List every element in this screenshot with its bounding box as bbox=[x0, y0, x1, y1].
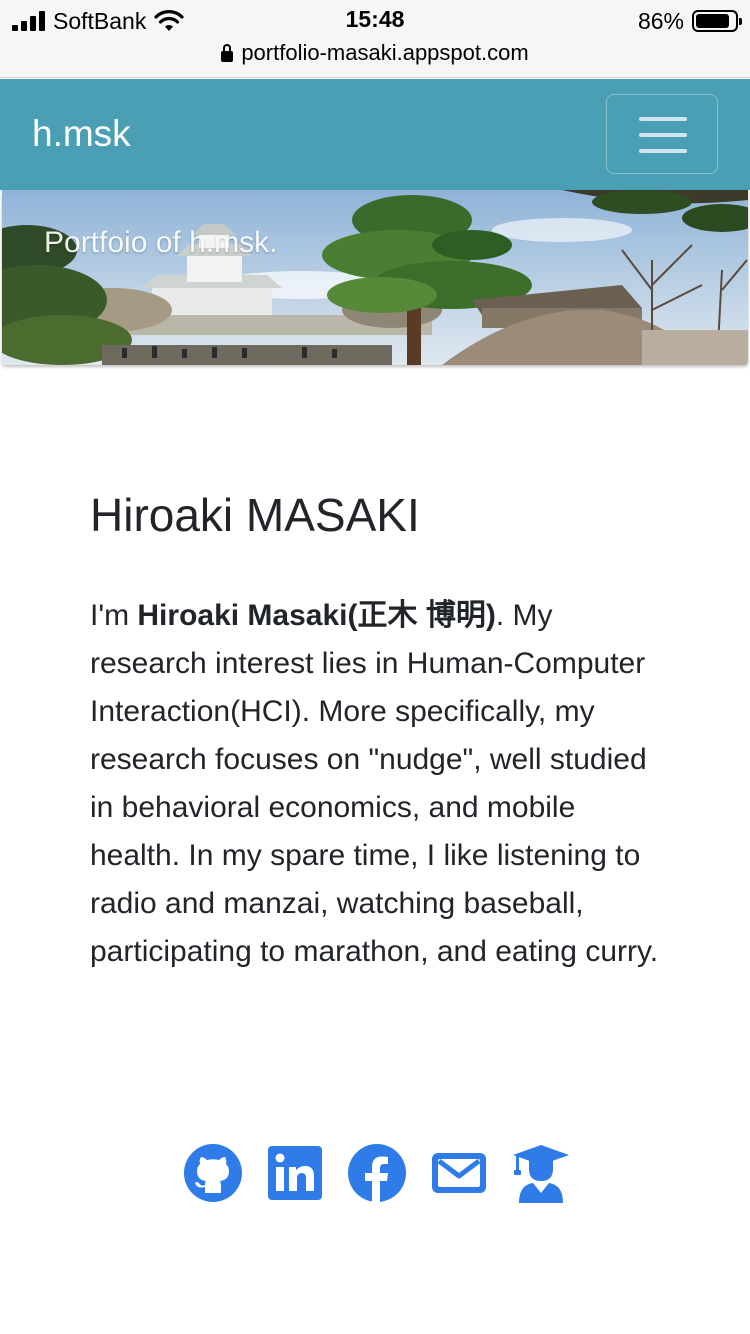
status-right: 86% bbox=[637, 6, 742, 36]
address-bar[interactable]: portfolio-masaki.appspot.com bbox=[0, 40, 750, 66]
navbar-toggler-button[interactable] bbox=[606, 94, 718, 174]
hero-banner: Portfoio of h.msk. bbox=[2, 190, 748, 365]
facebook-icon bbox=[348, 1144, 406, 1202]
navbar-brand[interactable]: h.msk bbox=[32, 113, 131, 155]
battery-fill bbox=[696, 14, 729, 28]
bio-text: . My research interest lies in Human-Com… bbox=[90, 599, 659, 968]
linkedin-icon bbox=[268, 1146, 322, 1200]
battery-icon bbox=[692, 10, 742, 32]
github-link[interactable] bbox=[183, 1143, 243, 1203]
profile-bio: I'm Hiroaki Masaki(正木 博明). My research i… bbox=[90, 592, 665, 976]
github-icon bbox=[184, 1144, 242, 1202]
profile-name: Hiroaki MASAKI bbox=[90, 489, 420, 541]
google-scholar-link[interactable] bbox=[511, 1143, 571, 1203]
bio-intro: I'm bbox=[90, 599, 138, 632]
hamburger-menu-icon bbox=[639, 149, 687, 153]
hero-caption: Portfoio of h.msk. bbox=[44, 226, 278, 259]
lock-icon bbox=[221, 43, 234, 62]
facebook-link[interactable] bbox=[347, 1143, 407, 1203]
linkedin-link[interactable] bbox=[265, 1143, 325, 1203]
url-text: portfolio-masaki.appspot.com bbox=[241, 40, 529, 65]
hero-photo bbox=[2, 190, 748, 365]
email-link[interactable] bbox=[429, 1143, 489, 1203]
bio-full-name: Hiroaki Masaki(正木 博明) bbox=[137, 599, 496, 632]
battery-percent: 86% bbox=[637, 7, 684, 34]
hamburger-menu-icon bbox=[639, 117, 687, 121]
social-links bbox=[183, 1140, 571, 1206]
status-bar: SoftBank 15:48 86% portfolio-masaki.apps… bbox=[0, 0, 750, 78]
navbar: h.msk bbox=[0, 79, 750, 190]
graduate-scholar-icon bbox=[513, 1145, 569, 1203]
mail-icon bbox=[432, 1153, 486, 1193]
hamburger-menu-icon bbox=[639, 133, 687, 137]
